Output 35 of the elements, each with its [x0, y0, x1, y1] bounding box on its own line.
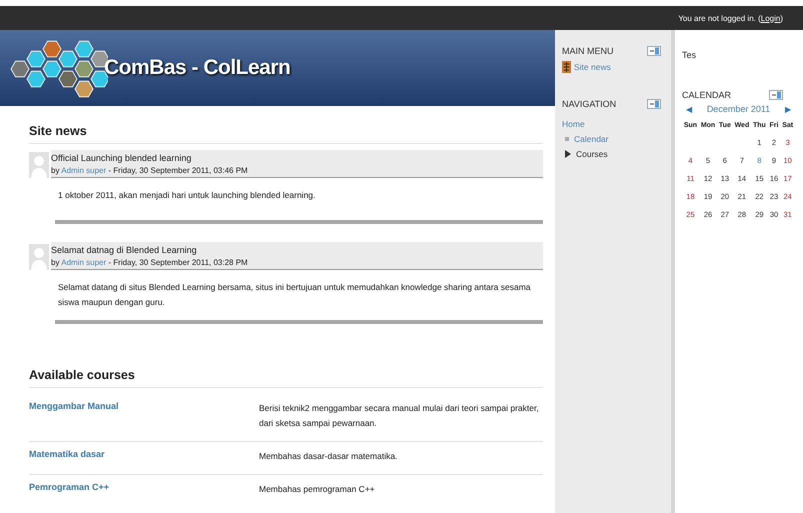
post-date: - Friday, 30 September 2011, 03:28 PM [108, 258, 248, 267]
next-month-button[interactable]: ▶ [781, 104, 795, 114]
post-subject: Selamat datnag di Blended Learning [51, 245, 198, 255]
block-text: Tes [682, 50, 698, 60]
byline-text: by [51, 166, 60, 175]
block-title: CALENDAR [682, 90, 732, 100]
block-title: MAIN MENU [562, 46, 614, 56]
post-body: 1 oktober 2011, akan menjadi hari untuk launching blended learning. [58, 189, 316, 202]
post-body: Selamat datang di situs Blended Learning bersama, situs ini bertujuan untuk memudahkan knowledge sharing antara sesama siswa maupun dengan guru. [58, 281, 532, 309]
previous-month-button[interactable]: ◀ [682, 104, 696, 114]
month-title[interactable]: December 2011 [706, 104, 770, 114]
block-title: NAVIGATION [562, 99, 616, 109]
course-link[interactable]: Pemrograman C++ [29, 482, 259, 497]
bullet-icon [565, 137, 569, 141]
site-name: ComBas - ColLearn [104, 56, 290, 80]
section-heading: Available courses [29, 368, 543, 388]
avatar-icon [29, 152, 49, 178]
block-toggle-icon[interactable] [769, 90, 783, 100]
course-summary: Membahas pemrograman C++ [259, 483, 375, 496]
login-link[interactable]: Login [760, 14, 780, 22]
course-link[interactable]: Matematika dasar [29, 449, 259, 464]
section-heading: Site news [29, 124, 543, 144]
block-toggle-icon[interactable] [647, 46, 661, 56]
block-toggle-icon[interactable] [647, 99, 661, 109]
byline-text: by [51, 258, 60, 267]
news-icon [562, 61, 571, 73]
post-subject: Official Launching blended learning [51, 153, 192, 163]
expand-arrow-icon[interactable] [565, 150, 571, 158]
nav-branch[interactable]: Courses [576, 149, 608, 159]
course-summary: Membahas dasar-dasar matematika. [259, 450, 398, 463]
course-link[interactable]: Menggambar Manual [29, 401, 259, 431]
avatar-icon [29, 244, 49, 270]
post-date: - Friday, 30 September 2011, 03:46 PM [108, 166, 248, 175]
course-summary: Berisi teknik2 menggambar secara manual mulai dari teori sampai prakter, dari sketsa sampai pewarnaan. [259, 402, 540, 430]
login-status: You are not logged in. (Login) [678, 14, 783, 22]
